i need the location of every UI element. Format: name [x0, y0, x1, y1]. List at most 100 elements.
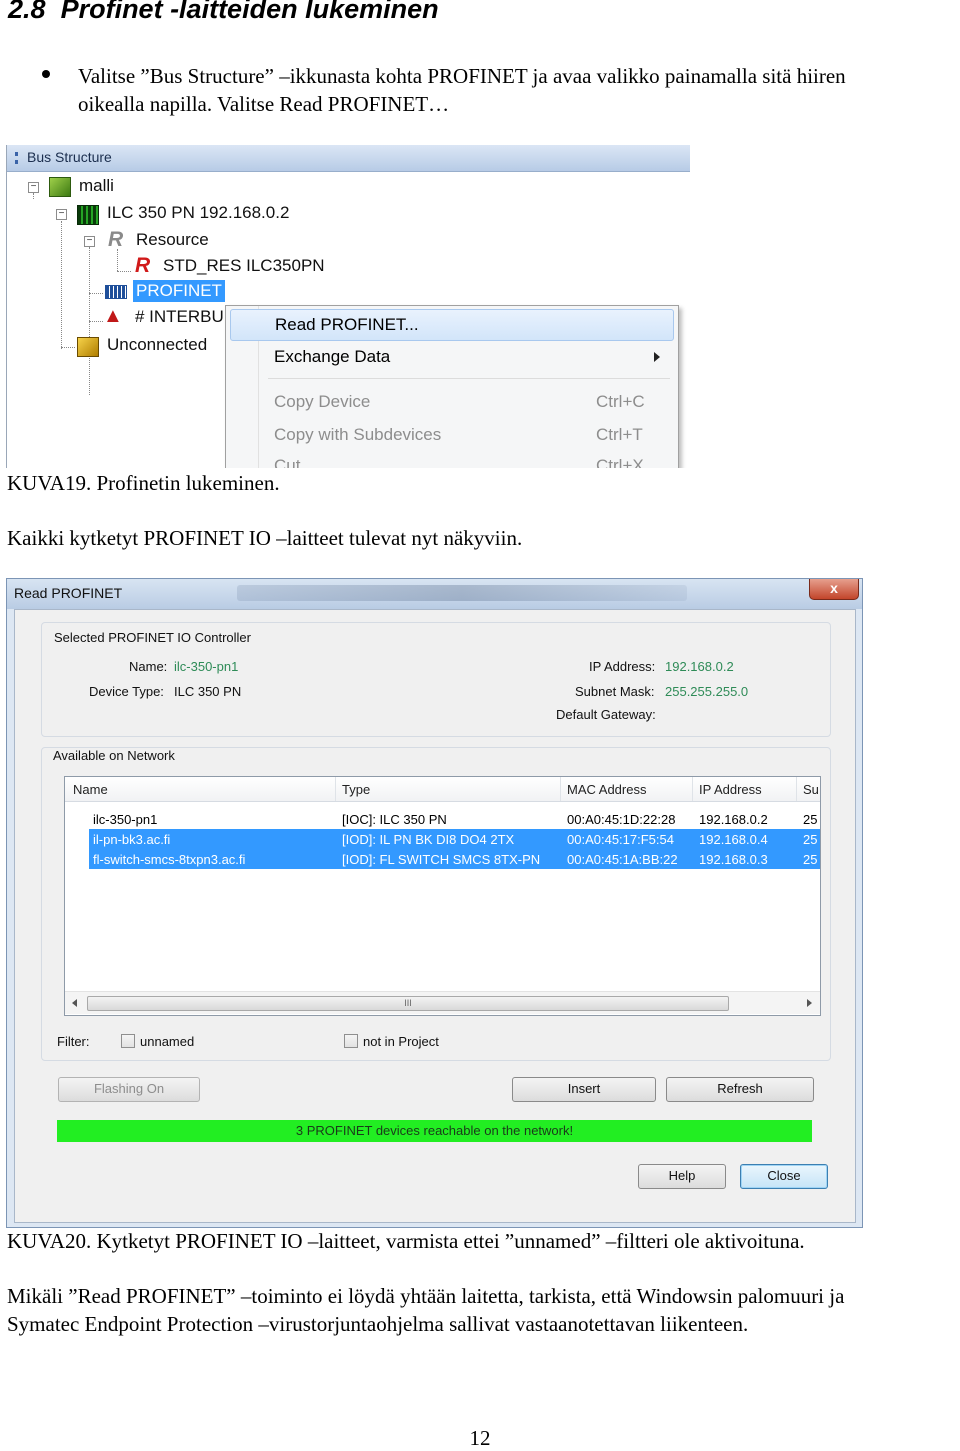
bullet-line-2: oikealla napilla. Valitse Read PROFINET…: [78, 92, 450, 116]
close-button[interactable]: Close: [740, 1164, 828, 1189]
column-header-mac[interactable]: MAC Address: [567, 782, 646, 797]
menu-item-copy-device[interactable]: Copy Device Ctrl+C: [230, 387, 672, 417]
section-number: 2.8: [8, 0, 46, 24]
row-type: [IOC]: ILC 350 PN: [342, 812, 447, 827]
row-mac: 00:A0:45:1A:BB:22: [567, 852, 678, 867]
row-subnet: 25: [803, 832, 818, 847]
help-button[interactable]: Help: [638, 1164, 726, 1189]
status-bar: 3 PROFINET devices reachable on the netw…: [57, 1120, 812, 1142]
tree-item-interbus[interactable]: # INTERBU: [135, 307, 224, 327]
interbus-icon: ▲: [103, 305, 123, 327]
tree-line: [89, 293, 103, 294]
scrollbar-thumb[interactable]: III: [87, 996, 729, 1011]
device-type-value: ILC 350 PN: [174, 684, 242, 699]
menu-item-label: Copy Device: [274, 392, 371, 411]
row-name: fl-switch-smcs-8txpn3.ac.fi: [93, 852, 246, 867]
menu-item-copy-with-subdevices[interactable]: Copy with Subdevices Ctrl+T: [230, 420, 672, 450]
row-type: [IOD]: FL SWITCH SMCS 8TX-PN: [342, 852, 541, 867]
tree-line: [33, 193, 34, 199]
controller-icon: [77, 205, 99, 225]
tree-item-project[interactable]: malli: [79, 176, 114, 196]
collapse-icon[interactable]: −: [84, 236, 95, 247]
tree-item-controller[interactable]: ILC 350 PN 192.168.0.2: [107, 203, 289, 223]
column-header-ip[interactable]: IP Address: [699, 782, 762, 797]
menu-item-label: Exchange Data: [274, 347, 391, 366]
row-ip: 192.168.0.3: [699, 852, 768, 867]
row-subnet: 25: [803, 852, 818, 867]
menu-item-shortcut: Ctrl+X: [596, 456, 644, 468]
name-label: Name:: [129, 659, 168, 674]
menu-item-cut[interactable]: Cut Ctrl+X: [230, 451, 672, 468]
tree-item-profinet[interactable]: PROFINET: [133, 280, 225, 302]
device-type-label: Device Type:: [89, 684, 164, 699]
menu-item-label: Cut: [274, 456, 301, 468]
tree-item-resource[interactable]: Resource: [136, 230, 209, 250]
scroll-left-icon[interactable]: [72, 999, 77, 1007]
bullet-icon: [42, 70, 50, 78]
column-header-type[interactable]: Type: [342, 782, 370, 797]
controller-group-legend: Selected PROFINET IO Controller: [52, 630, 253, 645]
project-icon: [49, 177, 71, 197]
horizontal-scrollbar[interactable]: III: [65, 991, 820, 1014]
subnet-label: Subnet Mask:: [575, 684, 655, 699]
close-icon[interactable]: x: [809, 579, 859, 600]
read-profinet-dialog-screenshot: Read PROFINET x Selected PROFINET IO Con…: [6, 578, 863, 1228]
grip-icon: [15, 152, 22, 164]
row-mac: 00:A0:45:17:F5:54: [567, 832, 674, 847]
device-list[interactable]: Name Type MAC Address IP Address Su ilc-…: [64, 776, 821, 1016]
insert-button[interactable]: Insert: [512, 1077, 656, 1102]
refresh-button[interactable]: Refresh: [666, 1077, 814, 1102]
tree-line: [61, 221, 62, 349]
tree-line: [61, 347, 75, 348]
table-row[interactable]: fl-switch-smcs-8txpn3.ac.fi [IOD]: FL SW…: [89, 849, 820, 869]
menu-item-label: Read PROFINET...: [275, 315, 419, 334]
device-list-header: Name Type MAC Address IP Address Su: [65, 777, 820, 802]
menu-item-exchange-data[interactable]: Exchange Data: [230, 342, 672, 372]
menu-item-read-profinet[interactable]: Read PROFINET...: [230, 309, 674, 341]
row-name: il-pn-bk3.ac.fi: [93, 832, 171, 847]
unconnected-icon: [77, 337, 99, 357]
tree-line: [89, 321, 103, 322]
bus-structure-screenshot: Bus Structure − malli − ILC 350 PN 192.1…: [6, 145, 690, 468]
bus-structure-titlebar: Bus Structure: [7, 145, 690, 172]
scroll-right-icon[interactable]: [807, 999, 812, 1007]
context-menu: Read PROFINET... Exchange Data Copy Devi…: [225, 305, 679, 468]
resource-icon: R: [108, 228, 124, 251]
tree-line: [117, 271, 131, 272]
paragraph-2-line-2: Symatec Endpoint Protection –virustorjun…: [7, 1312, 749, 1336]
paragraph-2: Mikäli ”Read PROFINET” –toiminto ei löyd…: [7, 1282, 844, 1338]
flashing-on-button[interactable]: Flashing On: [58, 1077, 200, 1102]
collapse-icon[interactable]: −: [56, 209, 67, 220]
dialog-titlebar: Read PROFINET x: [7, 579, 862, 609]
dialog-title: Read PROFINET: [14, 585, 123, 601]
network-group-legend: Available on Network: [51, 748, 177, 763]
row-subnet: 25: [803, 812, 818, 827]
name-value: ilc-350-pn1: [174, 659, 239, 674]
network-icon: [105, 285, 127, 299]
not-in-project-checkbox-label: not in Project: [363, 1034, 439, 1049]
row-ip: 192.168.0.2: [699, 812, 768, 827]
column-header-subnet[interactable]: Su: [803, 782, 819, 797]
filter-label: Filter:: [57, 1034, 90, 1049]
column-header-name[interactable]: Name: [73, 782, 108, 797]
not-in-project-checkbox[interactable]: [344, 1034, 358, 1048]
table-row[interactable]: il-pn-bk3.ac.fi [IOD]: IL PN BK DI8 DO4 …: [89, 829, 820, 849]
gateway-label: Default Gateway:: [556, 707, 656, 722]
tree-item-std-res[interactable]: STD_RES ILC350PN: [163, 256, 325, 276]
section-heading: 2.8 Profinet -laitteiden lukeminen: [8, 0, 439, 25]
std-res-icon: R: [135, 254, 151, 277]
ip-value: 192.168.0.2: [665, 659, 734, 674]
blurred-background-title: [237, 585, 687, 601]
table-row[interactable]: ilc-350-pn1 [IOC]: ILC 350 PN 00:A0:45:1…: [89, 809, 820, 829]
unnamed-checkbox[interactable]: [121, 1034, 135, 1048]
figure1-caption: KUVA19. Profinetin lukeminen.: [7, 471, 280, 495]
row-type: [IOD]: IL PN BK DI8 DO4 2TX: [342, 832, 515, 847]
subnet-value: 255.255.255.0: [665, 684, 749, 699]
section-title: Profinet -laitteiden lukeminen: [60, 0, 439, 24]
bullet-text: Valitse ”Bus Structure” –ikkunasta kohta…: [78, 62, 846, 118]
menu-separator: [268, 378, 670, 379]
submenu-arrow-icon: [654, 352, 660, 362]
tree-item-unconnected[interactable]: Unconnected: [107, 335, 207, 355]
collapse-icon[interactable]: −: [28, 182, 39, 193]
dialog-body: Selected PROFINET IO Controller Name: il…: [14, 609, 856, 1223]
